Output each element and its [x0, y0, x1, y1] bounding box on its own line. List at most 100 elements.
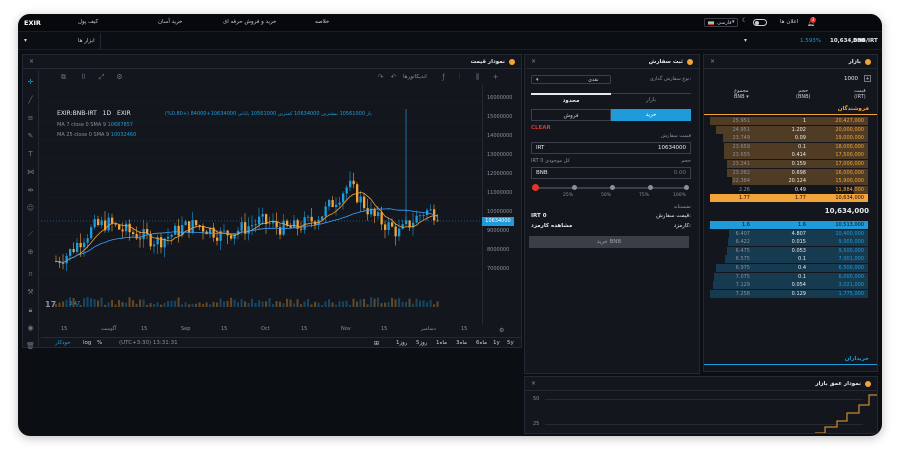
chevron-down-icon[interactable]: ▾: [744, 37, 747, 44]
theme-toggle[interactable]: [753, 19, 767, 26]
bid-row[interactable]: 7,001,000 0.1 6.575: [710, 255, 868, 264]
scale-auto[interactable]: خودکار: [55, 340, 71, 346]
scale-percent[interactable]: %: [97, 340, 102, 346]
menu-pro-trade[interactable]: خرید و فروش حرفه ای: [223, 19, 276, 25]
bid-row[interactable]: 10,400,000 4.807 6.407: [710, 229, 868, 238]
bid-row[interactable]: 6,000,000 0.1 7.075: [710, 272, 868, 281]
language-select[interactable]: فارسی ▾: [704, 18, 738, 27]
buy-tab[interactable]: خرید: [611, 109, 691, 121]
bid-row[interactable]: 1,775,000 0.129 7.258: [710, 289, 868, 298]
time-axis[interactable]: 15 آگوست 15 Sep 15 Oct 15 Nov 15 دسامبر 15: [41, 325, 481, 335]
close-icon[interactable]: ×: [531, 58, 536, 65]
measure-icon[interactable]: ⇹: [26, 186, 35, 195]
order-total: 6.975: [735, 265, 750, 271]
range-1d[interactable]: 1روز: [396, 340, 407, 346]
bid-row[interactable]: 6,500,000 0.4 6.975: [710, 264, 868, 272]
undo-icon[interactable]: ↶: [389, 73, 398, 82]
ask-row[interactable]: 18,000,000 0.1 23.659: [710, 142, 868, 151]
ask-row[interactable]: 17,000,000 0.159 23.241: [710, 160, 868, 168]
trendline-icon[interactable]: ╱: [26, 96, 35, 105]
scale-log[interactable]: log: [83, 340, 91, 346]
magnet-icon[interactable]: ∩: [26, 270, 35, 279]
ask-row[interactable]: 15,900,000 20.124 22.384: [710, 177, 868, 186]
range-6m[interactable]: 6ماه: [476, 340, 487, 346]
fee-link[interactable]: مشاهده کارمزد: [531, 223, 572, 229]
menu-easy-buy[interactable]: خرید آسان: [158, 19, 182, 25]
external-link-icon[interactable]: ⧉: [59, 73, 68, 82]
clear-button[interactable]: CLEAR: [531, 125, 551, 131]
ask-row[interactable]: 10,634,000 1.77 1.77: [710, 194, 868, 203]
fullscreen-icon[interactable]: ⤢: [97, 73, 106, 82]
ask-row[interactable]: 16,000,000 0.698 23.082: [710, 168, 868, 177]
price-input[interactable]: IRT 10634000: [531, 142, 691, 154]
menu-summary[interactable]: خلاصه: [315, 19, 329, 25]
volume-bar: [125, 302, 128, 307]
ask-row[interactable]: 19,000,000 0.09 23.749: [710, 134, 868, 143]
submit-buy-button[interactable]: خرید BNB: [529, 236, 689, 248]
eye-icon[interactable]: ◉: [26, 324, 35, 333]
lock-icon[interactable]: 🔒︎: [26, 306, 35, 315]
range-1m[interactable]: 1ماه: [436, 340, 447, 346]
ask-row[interactable]: 20,000,000 1.202 24.951: [710, 125, 868, 134]
orderbook-panel: × بازار 1000 + قیمت (IRT) حجم (BNB) مجموع B…: [703, 54, 878, 372]
range-1y[interactable]: 1y: [493, 340, 500, 346]
price-axis[interactable]: 16000000 15000000 14000000 13000000 12000000…: [482, 85, 522, 325]
amount-input[interactable]: BNB 0.00: [531, 167, 691, 179]
logo[interactable]: EXIR: [24, 19, 41, 27]
slider-stop[interactable]: [648, 185, 653, 190]
tools-menu[interactable]: ابزار ها: [78, 38, 95, 44]
redo-icon[interactable]: ↷: [376, 73, 385, 82]
pattern-icon[interactable]: ⋈: [26, 168, 35, 177]
close-icon[interactable]: ×: [710, 58, 715, 65]
slider-stop[interactable]: [610, 185, 615, 190]
lock-draw-icon[interactable]: ⚒: [26, 288, 35, 297]
menu-wallet[interactable]: کیف پول: [78, 19, 98, 25]
ask-row[interactable]: 17,500,000 0.414 23.655: [710, 151, 868, 160]
trash-icon[interactable]: 🗑︎: [26, 342, 35, 351]
bid-row[interactable]: 3,021,000 0.054 7.129: [710, 281, 868, 290]
chevron-down-icon[interactable]: ▾: [24, 37, 27, 44]
settings-icon[interactable]: ⚙: [115, 73, 124, 82]
slider-stop[interactable]: [572, 185, 577, 190]
zoom-icon[interactable]: ⊕: [26, 248, 35, 257]
close-icon[interactable]: ×: [531, 380, 536, 387]
order-total: 23.749: [732, 135, 751, 142]
bid-row[interactable]: 10,513,000 1.6 1.6: [710, 221, 868, 229]
volume-bar: [314, 301, 317, 307]
indicators-icon[interactable]: ƒ: [439, 73, 448, 82]
bid-row[interactable]: 9,500,000 0.053 6.475: [710, 246, 868, 255]
plus-icon[interactable]: +: [864, 75, 871, 82]
range-5d[interactable]: 5روز: [416, 340, 427, 346]
ruler-icon[interactable]: ⟋: [26, 230, 35, 239]
ask-row[interactable]: 11,884,000 0.49 2.26: [710, 185, 868, 194]
indicators-button[interactable]: اندیکاتورها: [403, 74, 427, 80]
bid-row[interactable]: 9,900,000 0.015 6.422: [710, 238, 868, 247]
fib-icon[interactable]: ≡: [26, 114, 35, 123]
candles-icon[interactable]: ⫼: [473, 73, 482, 82]
sell-tab[interactable]: فروش: [531, 109, 611, 121]
emoji-icon[interactable]: ☺: [26, 204, 35, 213]
slider-stop[interactable]: [684, 185, 689, 190]
tab-market[interactable]: بازار: [611, 93, 691, 107]
range-3m[interactable]: 3ماه: [456, 340, 467, 346]
settings-icon[interactable]: ⚙: [499, 327, 504, 334]
add-icon[interactable]: +: [491, 73, 500, 82]
depth-value[interactable]: 1000: [844, 76, 858, 82]
camera-icon[interactable]: ⌷: [79, 73, 88, 82]
bars-icon[interactable]: ⫶: [455, 73, 464, 82]
text-icon[interactable]: T: [26, 150, 35, 159]
crosshair-icon[interactable]: ✛: [26, 78, 35, 87]
slider-handle[interactable]: [532, 184, 539, 191]
brush-icon[interactable]: ✎: [26, 132, 35, 141]
percent-slider[interactable]: [532, 184, 689, 191]
date-range-icon[interactable]: ⊞: [374, 340, 379, 347]
order-type-select[interactable]: ▾ نقدی: [531, 75, 611, 84]
tab-limit[interactable]: محدود: [531, 93, 611, 107]
bell-icon[interactable]: 🔔︎ 3: [806, 17, 816, 27]
close-icon[interactable]: ×: [29, 58, 34, 65]
notifications-label[interactable]: اعلان ها: [780, 19, 798, 25]
ask-row[interactable]: 20,427,000 1 25.951: [710, 117, 868, 125]
pair-name[interactable]: BNB/IRT: [853, 38, 878, 44]
candlestick-chart[interactable]: 3.47 17: [41, 85, 481, 325]
range-5y[interactable]: 5y: [507, 340, 514, 346]
